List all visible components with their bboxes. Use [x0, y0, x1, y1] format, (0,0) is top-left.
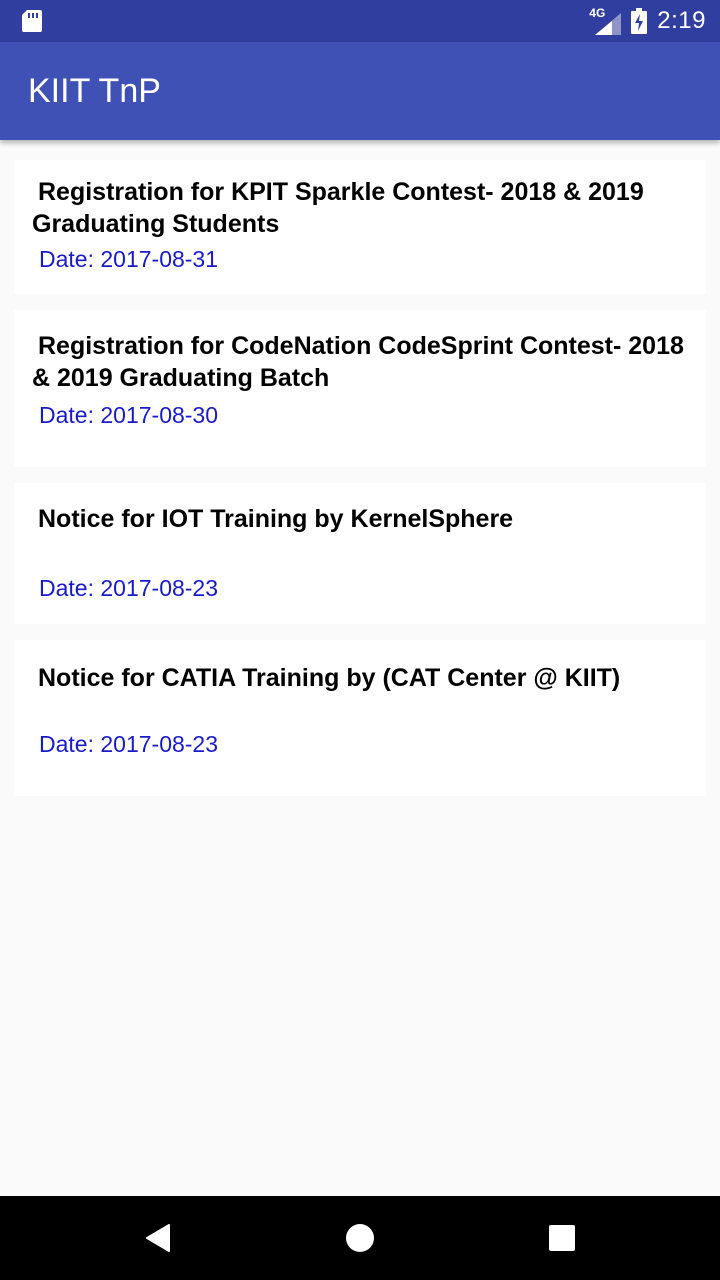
notice-title: Notice for CATIA Training by (CAT Center…: [38, 664, 621, 692]
notice-title: Notice for IOT Training by KernelSphere: [38, 505, 514, 533]
signal-strength-icon: 4G: [589, 6, 622, 35]
notice-date: Date: 2017-08-23: [39, 575, 219, 601]
app-bar: KIIT TnP: [0, 42, 720, 140]
home-circle-icon: [346, 1224, 374, 1252]
notice-title: Registration for CodeNation CodeSprint C…: [32, 332, 684, 392]
recents-button[interactable]: [502, 1196, 622, 1280]
notice-date: Date: 2017-08-30: [39, 402, 219, 428]
home-button[interactable]: [300, 1196, 420, 1280]
battery-charging-icon: [631, 8, 648, 34]
back-button[interactable]: [98, 1196, 218, 1280]
status-bar: 4G 2:19: [0, 0, 720, 42]
clock: 2:19: [657, 7, 706, 34]
recents-square-icon: [549, 1225, 575, 1251]
notice-card[interactable]: Notice for IOT Training by KernelSphere …: [14, 483, 706, 624]
notice-card[interactable]: Registration for KPIT Sparkle Contest- 2…: [14, 160, 706, 294]
app-title: KIIT TnP: [28, 72, 161, 110]
notice-card[interactable]: Notice for CATIA Training by (CAT Center…: [14, 640, 706, 796]
notice-list: Registration for KPIT Sparkle Contest- 2…: [14, 160, 706, 796]
notice-title: Registration for KPIT Sparkle Contest- 2…: [32, 178, 644, 238]
notice-date: Date: 2017-08-31: [39, 246, 219, 272]
back-triangle-icon: [146, 1224, 170, 1252]
navigation-bar: [0, 1196, 720, 1280]
sd-card-icon: [22, 10, 42, 32]
notice-date: Date: 2017-08-23: [39, 731, 219, 757]
notice-card[interactable]: Registration for CodeNation CodeSprint C…: [14, 310, 706, 467]
